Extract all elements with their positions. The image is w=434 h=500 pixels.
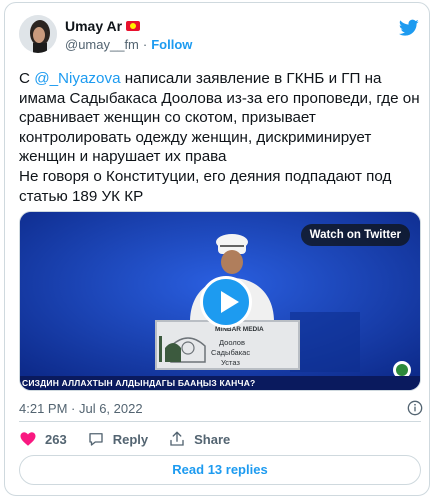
info-icon[interactable] bbox=[407, 400, 423, 416]
like-button[interactable]: 263 bbox=[19, 430, 67, 448]
tweet-card: Umay Ar @umay__fm · Follow С @_Niyazova … bbox=[4, 2, 430, 496]
avatar[interactable] bbox=[19, 15, 57, 53]
like-count: 263 bbox=[45, 431, 67, 447]
share-button[interactable]: Share bbox=[168, 430, 230, 448]
tweet-timestamp[interactable]: 4:21 PM · Jul 6, 2022 bbox=[19, 401, 143, 416]
plaque-line: Садыбакас bbox=[211, 348, 251, 357]
mention-link[interactable]: @_Niyazova bbox=[34, 70, 120, 87]
tweet-meta: 4:21 PM · Jul 6, 2022 bbox=[19, 399, 423, 417]
follow-button[interactable]: Follow bbox=[151, 37, 192, 52]
author-display-name[interactable]: Umay Ar bbox=[65, 18, 122, 34]
reply-label: Reply bbox=[112, 431, 149, 447]
heart-icon bbox=[20, 432, 36, 446]
watch-on-twitter-button[interactable]: Watch on Twitter bbox=[300, 224, 410, 246]
tweet-text-body: написали заявление в ГКНБ и ГП на имама … bbox=[19, 70, 420, 205]
tweet-header: Umay Ar @umay__fm · Follow bbox=[19, 15, 419, 59]
share-label: Share bbox=[194, 431, 231, 447]
video-subtitle: СИЗДИН АЛЛАХТЫН АЛДЫНДАГЫ БААҢЫЗ КАНЧА? bbox=[22, 378, 256, 388]
tweet-text: С @_Niyazova написали заявление в ГКНБ и… bbox=[19, 69, 423, 206]
read-replies-button[interactable]: Read 13 replies bbox=[19, 455, 421, 485]
tweet-actions: 263 Reply Share bbox=[19, 429, 250, 449]
mosque-silhouette-icon bbox=[159, 336, 181, 362]
video-player[interactable]: MINBAR MEDIA Доолов Садыбакас Устаз СИЗД… bbox=[19, 211, 421, 391]
kyrgyzstan-flag-icon bbox=[126, 21, 141, 31]
share-icon bbox=[170, 431, 184, 446]
author-info: Umay Ar @umay__fm · Follow bbox=[65, 17, 192, 53]
reply-button[interactable]: Reply bbox=[87, 430, 148, 448]
separator-dot: · bbox=[142, 36, 148, 52]
play-icon[interactable] bbox=[200, 276, 252, 328]
tweet-text-prefix: С bbox=[19, 70, 35, 87]
plaque-line: Устаз bbox=[221, 358, 240, 367]
twitter-bird-icon[interactable] bbox=[399, 19, 419, 37]
reply-icon bbox=[89, 433, 103, 446]
plaque-line: Доолов bbox=[219, 338, 245, 347]
divider bbox=[19, 421, 421, 422]
author-handle[interactable]: @umay__fm bbox=[65, 37, 139, 52]
